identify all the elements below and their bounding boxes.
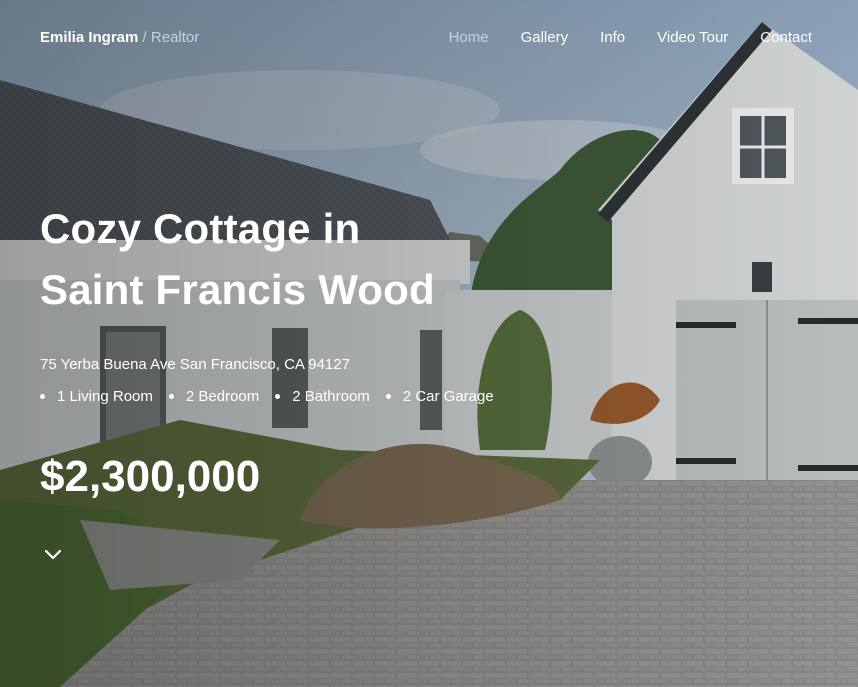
nav-link-info[interactable]: Info <box>600 29 625 46</box>
main-nav: Home Gallery Info Video Tour Contact <box>449 29 812 46</box>
site-brand[interactable]: Emilia Ingram / Realtor <box>40 29 199 46</box>
feature-label: 2 Bathroom <box>292 388 370 405</box>
agent-name: Emilia Ingram <box>40 29 139 46</box>
feature-label: 2 Bedroom <box>185 388 260 405</box>
nav-link-video-tour[interactable]: Video Tour <box>657 29 728 46</box>
image-overlay <box>0 0 858 687</box>
feature-item: 1 Living Room <box>40 388 153 405</box>
nav-link-gallery[interactable]: Gallery <box>521 29 569 46</box>
listing-title: Cozy Cottage in Saint Francis Wood <box>40 198 560 320</box>
bullet-icon <box>168 394 174 399</box>
feature-label: 2 Car Garage <box>402 388 494 405</box>
bullet-icon <box>385 394 391 399</box>
top-bar: Emilia Ingram / Realtor Home Gallery Inf… <box>0 0 858 76</box>
listing-address: 75 Yerba Buena Ave San Francisco, CA 941… <box>40 356 350 373</box>
feature-item: 2 Bedroom <box>168 388 260 405</box>
feature-item: 2 Bathroom <box>275 388 370 405</box>
scroll-down-button[interactable] <box>40 542 66 568</box>
nav-link-home[interactable]: Home <box>449 29 489 46</box>
listing-price: $2,300,000 <box>40 452 261 501</box>
listing-title-line-2: Saint Francis Wood <box>40 266 435 313</box>
bullet-icon <box>40 394 45 399</box>
bullet-icon <box>275 394 281 399</box>
hero-section: Emilia Ingram / Realtor Home Gallery Inf… <box>0 0 858 687</box>
nav-link-contact[interactable]: Contact <box>760 29 812 46</box>
listing-features: 1 Living Room 2 Bedroom 2 Bathroom 2 Car… <box>40 388 510 405</box>
chevron-down-icon <box>44 549 62 560</box>
feature-label: 1 Living Room <box>57 388 153 405</box>
feature-item: 2 Car Garage <box>385 388 494 405</box>
listing-title-line-1: Cozy Cottage in <box>40 205 361 252</box>
brand-separator: / <box>142 29 147 46</box>
agent-role: Realtor <box>150 29 200 46</box>
